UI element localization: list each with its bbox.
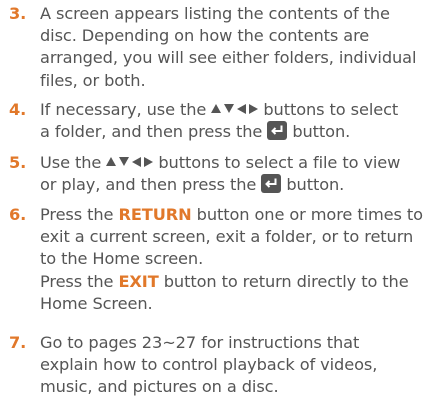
right-arrow-icon [144, 156, 154, 167]
right-arrow-icon [249, 103, 259, 114]
step-text: If necessary, use the buttons to select … [40, 99, 435, 143]
up-arrow-icon [211, 104, 222, 113]
step-text-segment: button. [292, 122, 351, 142]
step-text: Press the RETURN button one or more time… [40, 204, 435, 315]
step-number: 3. [9, 4, 27, 23]
step-text-line: disc. Depending on how the contents are [40, 26, 370, 46]
step-text-segment: If necessary, use the [40, 100, 207, 119]
step-number: 6. [9, 205, 27, 224]
step-number: 5. [9, 153, 27, 172]
instruction-page: 3. A screen appears listing the contents… [0, 0, 437, 419]
enter-button-icon [267, 121, 288, 141]
step-text-line: files, or both. [40, 70, 146, 90]
direction-buttons-icon [211, 100, 259, 119]
step-text-line: A screen appears listing the contents of… [40, 4, 390, 23]
step-text-segment: buttons to select a file to view [158, 153, 401, 172]
step-text-line: Go to pages 23~27 for instructions that [40, 333, 360, 352]
down-arrow-icon [224, 104, 235, 113]
step-number: 7. [9, 333, 27, 352]
return-key-label: RETURN [118, 205, 192, 224]
left-arrow-icon [132, 156, 142, 167]
step-text-line: exit a current screen, exit a folder, or… [40, 227, 414, 247]
step-text: Use the buttons to select a file to view… [40, 152, 435, 196]
left-arrow-icon [237, 103, 247, 114]
step-text-line: Use the buttons to select a file to view [40, 152, 435, 174]
step-text-segment: button. [286, 175, 345, 195]
up-arrow-icon [106, 157, 117, 166]
step-number: 4. [9, 100, 27, 119]
step-text: Go to pages 23~27 for instructions that … [40, 332, 435, 399]
step-text-segment: button one or more times to [196, 205, 423, 224]
step-text-line: Home Screen. [40, 293, 153, 313]
exit-key-label: EXIT [118, 271, 159, 291]
step-text-line: explain how to control playback of video… [40, 355, 378, 375]
step-text: A screen appears listing the contents of… [40, 3, 435, 92]
direction-buttons-icon [106, 153, 154, 172]
step-text-segment: button to return directly to the [163, 271, 409, 291]
down-arrow-icon [119, 157, 130, 166]
step-text-segment: a folder, and then press the [40, 122, 263, 142]
enter-button-icon [261, 174, 282, 194]
step-text-segment: Press the [40, 271, 114, 291]
step-text-segment: Press the [40, 205, 114, 224]
step-text-line: Press the EXIT button to return directly… [40, 271, 435, 293]
step-text-line: If necessary, use the buttons to select [40, 99, 435, 121]
step-text-line: a folder, and then press the button. [40, 121, 435, 143]
step-text-line: to the Home screen. [40, 249, 204, 269]
step-text-segment: or play, and then press the [40, 175, 257, 195]
step-text-line: Press the RETURN button one or more time… [40, 204, 435, 226]
step-text-segment: Use the [40, 153, 102, 172]
step-text-line: music, and pictures on a disc. [40, 377, 279, 397]
step-text-line: or play, and then press the button. [40, 174, 435, 196]
step-text-segment: buttons to select [263, 100, 399, 119]
step-text-line: arranged, you will see either folders, i… [40, 48, 417, 68]
